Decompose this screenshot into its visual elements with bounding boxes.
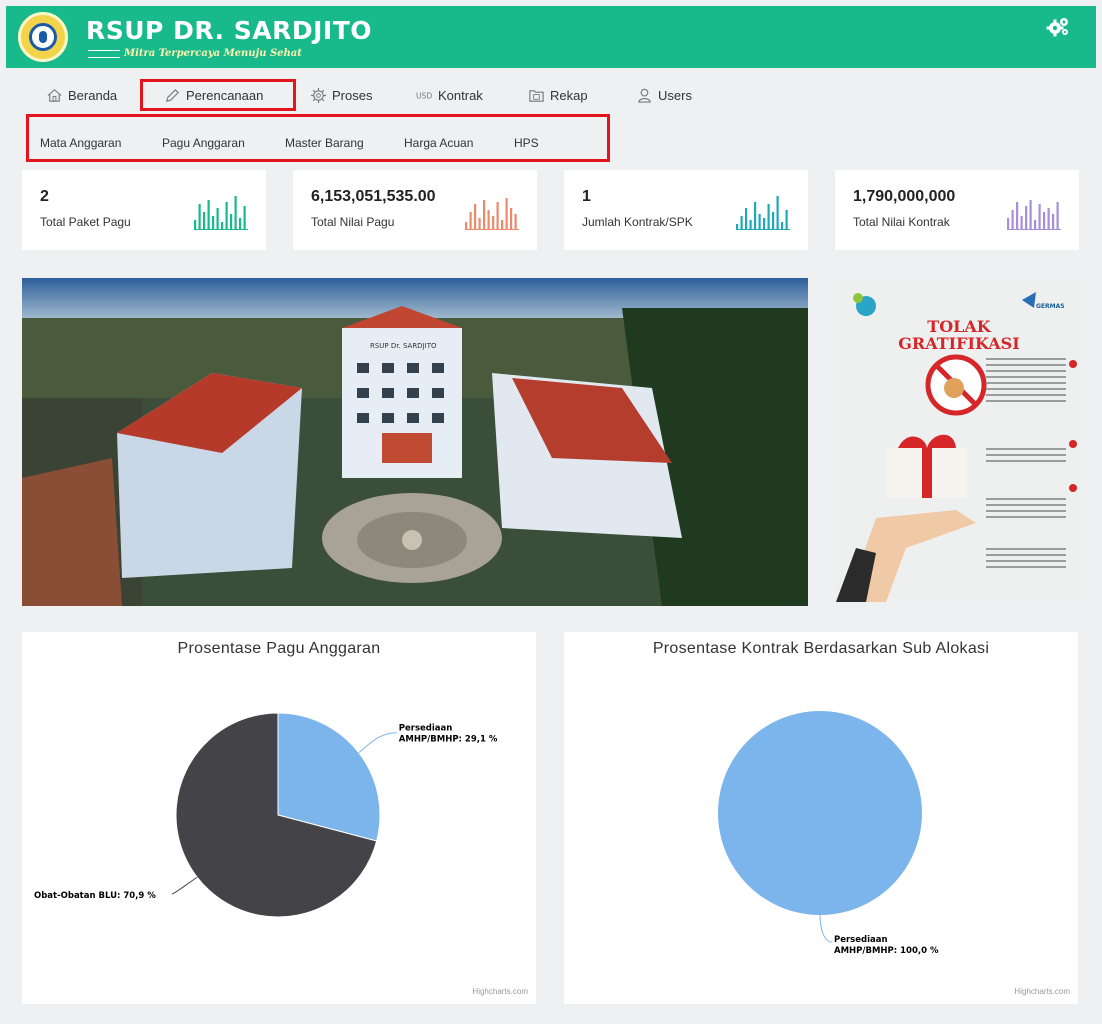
- usd-icon: USD: [416, 91, 432, 100]
- stat-value: 1: [582, 188, 591, 205]
- pie-label-connector: [171, 876, 198, 895]
- submenu-mata-anggaran[interactable]: Mata Anggaran: [40, 136, 121, 150]
- pie-label-connector: [819, 914, 833, 943]
- stat-label: Jumlah Kontrak/SPK: [582, 215, 693, 229]
- chart-card-pagu-anggaran: Prosentase Pagu Anggaran Persediaan AMHP/…: [22, 632, 536, 1004]
- stat-card-total-nilai-kontrak: 1,790,000,000 Total Nilai Kontrak: [835, 170, 1079, 250]
- menu-label-kontrak: Kontrak: [438, 87, 483, 103]
- stat-card-total-nilai-pagu: 6,153,051,535.00 Total Nilai Pagu: [293, 170, 537, 250]
- building-sign: RSUP Dr. SARDJITO: [370, 342, 437, 350]
- highcharts-credit[interactable]: Highcharts.com: [472, 987, 528, 996]
- poster-title: TOLAK GRATIFIKASI: [894, 318, 1024, 352]
- pie-data-label: Persediaan AMHP/BMHP: 100,0 %: [834, 935, 939, 956]
- sparkline-bars-icon: [736, 196, 790, 230]
- pie-data-label: Obat-Obatan BLU: 70,9 %: [34, 891, 156, 901]
- user-icon: [638, 88, 651, 103]
- menu-label-proses: Proses: [332, 87, 373, 103]
- stat-card-jumlah-kontrak: 1 Jumlah Kontrak/SPK: [564, 170, 808, 250]
- menu-label-users: Users: [658, 87, 692, 103]
- stat-card-total-paket-pagu: 2 Total Paket Pagu: [22, 170, 266, 250]
- home-icon: [47, 88, 62, 102]
- brand-tagline: Mitra Terpercaya Menuju Sehat: [124, 48, 302, 59]
- pie-slice[interactable]: [718, 711, 922, 915]
- pie-data-label: Persediaan AMHP/BMHP: 29,1 %: [399, 724, 498, 745]
- menu-item-beranda[interactable]: Beranda: [46, 80, 117, 110]
- poster-title-line-2: GRATIFIKASI: [898, 334, 1020, 353]
- gear-icon: [310, 87, 327, 103]
- sparkline-bars-icon: [465, 198, 519, 230]
- brand-lines-decoration: [88, 50, 120, 58]
- stat-value: 6,153,051,535.00: [311, 188, 436, 205]
- menu-item-rekap[interactable]: Rekap: [528, 80, 588, 110]
- sparkline-bars-icon: [194, 196, 248, 230]
- gears-icon[interactable]: [1046, 16, 1070, 38]
- menu-item-users[interactable]: Users: [636, 80, 692, 110]
- menu-item-kontrak[interactable]: USD Kontrak: [416, 80, 483, 110]
- tolak-gratifikasi-poster: GERMAS TOLAK GRATIFIKASI: [836, 278, 1080, 602]
- pie-chart-kontrak: Persediaan AMHP/BMHP: 100,0 %: [718, 711, 939, 956]
- highcharts-credit[interactable]: Highcharts.com: [1014, 987, 1070, 996]
- main-navigation: Beranda Perencanaan Proses USD Kontrak R…: [6, 70, 1096, 168]
- top-header: RSUP DR. SARDJITO Mitra Terpercaya Menuj…: [6, 6, 1096, 68]
- submenu-master-barang[interactable]: Master Barang: [285, 136, 364, 150]
- stat-label: Total Nilai Kontrak: [853, 215, 950, 229]
- menu-item-proses[interactable]: Proses: [310, 80, 372, 110]
- stat-value: 1,790,000,000: [853, 188, 956, 205]
- svg-text:USD: USD: [416, 91, 432, 100]
- menu-item-perencanaan[interactable]: Perencanaan: [164, 80, 263, 110]
- menu-label-beranda: Beranda: [68, 87, 118, 103]
- pie-label-connector: [358, 732, 397, 754]
- pie-chart-pagu: Persediaan AMHP/BMHP: 29,1 % Obat-Obatan B…: [34, 712, 498, 918]
- folder-icon: [529, 89, 544, 102]
- stat-label: Total Paket Pagu: [40, 215, 131, 229]
- stat-label: Total Nilai Pagu: [311, 215, 395, 229]
- submenu-hps[interactable]: HPS: [514, 136, 539, 150]
- hospital-aerial-banner: RSUP Dr. SARDJITO: [22, 278, 808, 606]
- menu-label-perencanaan: Perencanaan: [186, 87, 264, 103]
- submenu-pagu-anggaran[interactable]: Pagu Anggaran: [162, 136, 245, 150]
- hospital-logo[interactable]: [18, 12, 68, 62]
- germas-logo-text: GERMAS: [1036, 303, 1065, 310]
- stat-value: 2: [40, 188, 49, 205]
- chart-card-kontrak-sub-alokasi: Prosentase Kontrak Berdasarkan Sub Aloka…: [564, 632, 1078, 1004]
- brand-name: RSUP DR. SARDJITO: [86, 16, 373, 45]
- submenu-harga-acuan[interactable]: Harga Acuan: [404, 136, 473, 150]
- menu-label-rekap: Rekap: [550, 87, 588, 103]
- sparkline-bars-icon: [1007, 200, 1061, 230]
- poster-title-line-1: TOLAK: [927, 317, 991, 336]
- pencil-icon: [166, 88, 179, 102]
